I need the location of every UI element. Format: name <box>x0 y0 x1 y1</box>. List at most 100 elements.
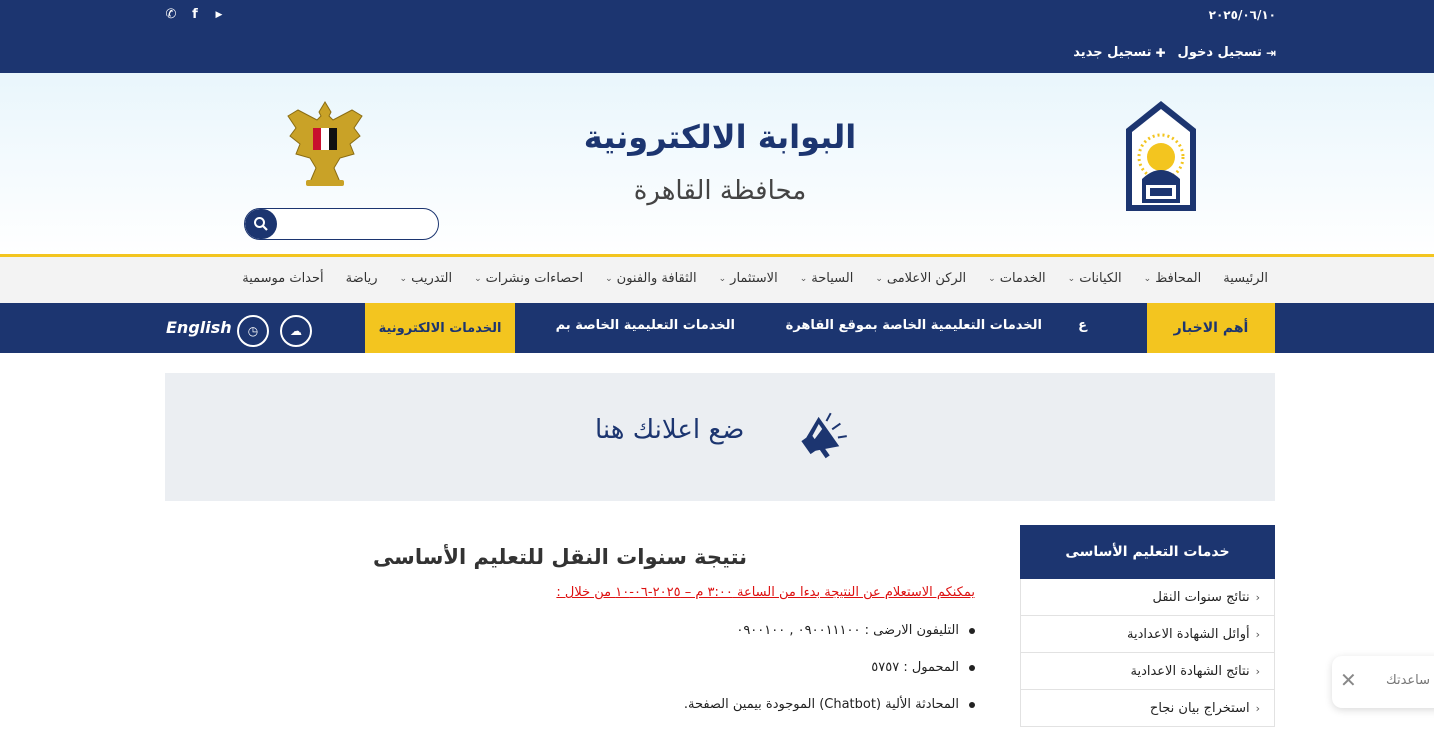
sidebar-title: خدمات التعليم الأساسى <box>1020 525 1275 579</box>
chevron-left-icon: ‹ <box>1255 701 1260 715</box>
sidebar-item[interactable]: ‹ استخراج بيان نجاح <box>1020 690 1275 727</box>
nav-item-label: رياضة <box>345 271 378 286</box>
sidebar-item[interactable]: ‹ نتائج سنوات النقل <box>1020 579 1275 616</box>
nav-item[interactable]: رياضة <box>346 271 378 286</box>
chevron-left-icon: ‹ <box>1255 664 1260 678</box>
ticker-item[interactable]: الخدمات التعليمية الخاصة بم <box>556 318 735 333</box>
weather-icon[interactable]: ☁ <box>280 315 312 347</box>
sidebar-list: ‹ نتائج سنوات النقل ‹ أوائل الشهادة الاعداد… <box>1020 579 1275 727</box>
chevron-down-icon: ⌄ <box>605 273 613 284</box>
sidebar-item-label: استخراج بيان نجاح <box>1149 700 1250 716</box>
clock-icon[interactable]: ◷ <box>237 315 269 347</box>
chatbot-prompt: ساعدتك <box>1386 673 1431 688</box>
current-date: ٢٠٢٥/٠٦/١٠ <box>1208 8 1276 22</box>
nav-item[interactable]: الخدمات ⌄ <box>988 271 1046 286</box>
list-item-text: التليفون الارضى : ٠٩٠٠١١١٠٠ , ٠٩٠٠١٠٠ <box>736 623 959 638</box>
search-icon <box>254 217 268 231</box>
result-notice[interactable]: يمكنكم الاستعلام عن النتيجة بدءا من السا… <box>556 585 975 600</box>
megaphone-icon <box>801 412 847 459</box>
page-title: نتيجة سنوات النقل للتعليم الأساسى <box>372 545 748 569</box>
nav-item-label: الخدمات <box>999 271 1046 286</box>
news-bar: أهم الاخبار الخدمات التعليمية الخاصة بمو… <box>0 303 1434 353</box>
sidebar-item-label: نتائج الشهادة الاعدادية <box>1130 663 1250 679</box>
nav-item[interactable]: احصاءات ونشرات ⌄ <box>474 271 583 286</box>
sidebar-item-label: أوائل الشهادة الاعدادية <box>1127 626 1250 642</box>
search-button[interactable] <box>245 209 277 239</box>
nav-item[interactable]: المحافظ ⌄ <box>1144 271 1202 286</box>
sidebar-item-label: نتائج سنوات النقل <box>1152 589 1250 605</box>
login-icon: ⇥ <box>1265 45 1276 60</box>
ticker-highlight-item[interactable]: الخدمات الالكترونية <box>365 303 515 353</box>
nav-item-label: الركن الاعلامى <box>886 271 967 286</box>
nav-item-label: الاستثمار <box>730 271 778 286</box>
auth-links: ⇥ تسجيل دخول ✚ تسجيل جديد <box>1073 45 1276 60</box>
bullet-icon <box>969 627 975 634</box>
chevron-down-icon: ⌄ <box>875 273 883 284</box>
chevron-down-icon: ⌄ <box>1143 273 1152 284</box>
search-box <box>244 208 439 240</box>
education-services-sidebar: خدمات التعليم الأساسى ‹ نتائج سنوات النقل… <box>1020 525 1275 727</box>
bullet-icon <box>969 664 975 671</box>
nav-item[interactable]: الركن الاعلامى ⌄ <box>875 271 966 286</box>
chevron-down-icon: ⌄ <box>474 273 482 284</box>
ad-text: ضع اعلانك هنا <box>595 415 745 445</box>
top-bar: ✆ f ▶ ٢٠٢٥/٠٦/١٠ ⇥ تسجيل دخول ✚ تسجيل جد… <box>0 0 1434 73</box>
user-plus-icon: ✚ <box>1155 45 1166 60</box>
facebook-icon[interactable]: f <box>187 7 203 23</box>
ticker-item[interactable]: الخدمات التعليمية الخاصة بموقع القاهرة <box>786 318 1042 333</box>
sidebar-item[interactable]: ‹ نتائج الشهادة الاعدادية <box>1020 653 1275 690</box>
register-label: تسجيل جديد <box>1073 45 1152 60</box>
top-news-label: أهم الاخبار <box>1147 303 1275 353</box>
main-nav: الرئيسية المحافظ ⌄ الكيانات ⌄ الخدمات ⌄ الركن ا… <box>0 257 1434 303</box>
chevron-left-icon: ‹ <box>1255 627 1260 641</box>
nav-item[interactable]: الثقافة والفنون ⌄ <box>605 271 697 286</box>
sidebar-item[interactable]: ‹ أوائل الشهادة الاعدادية <box>1020 616 1275 653</box>
nav-item-label: المحافظ <box>1155 271 1202 286</box>
bullet-icon <box>969 701 975 708</box>
chevron-down-icon: ⌄ <box>988 273 996 284</box>
login-label: تسجيل دخول <box>1177 45 1262 60</box>
site-subtitle: محافظة القاهرة <box>633 176 807 206</box>
whatsapp-icon[interactable]: ✆ <box>163 7 179 23</box>
chevron-down-icon: ⌄ <box>1067 273 1076 284</box>
nav-item-label: أحداث موسمية <box>242 271 324 286</box>
login-link[interactable]: ⇥ تسجيل دخول <box>1178 45 1276 60</box>
search-input[interactable] <box>279 211 434 237</box>
nav-item-label: التدريب <box>411 271 453 286</box>
site-title: البوابة الالكترونية <box>583 118 857 156</box>
nav-item-label: احصاءات ونشرات <box>485 271 584 286</box>
chevron-left-icon: ‹ <box>1255 590 1260 604</box>
list-item: التليفون الارضى : ٠٩٠٠١١١٠٠ , ٠٩٠٠١٠٠ <box>684 623 975 638</box>
nav-item[interactable]: الكيانات ⌄ <box>1068 271 1122 286</box>
main-content: نتيجة سنوات النقل للتعليم الأساسى يمكنكم… <box>373 545 980 712</box>
social-links: ✆ f ▶ <box>163 7 227 23</box>
ticker-item[interactable]: ع <box>1078 318 1087 333</box>
nav-item-label: السياحة <box>811 271 854 286</box>
list-item: المحمول : ٥٧٥٧ <box>684 660 975 675</box>
chevron-down-icon: ⌄ <box>399 273 408 284</box>
ad-banner[interactable]: ضع اعلانك هنا <box>165 373 1275 501</box>
youtube-icon[interactable]: ▶ <box>211 7 227 23</box>
english-link[interactable]: English <box>166 318 232 337</box>
list-item-text: المحمول : ٥٧٥٧ <box>871 660 959 675</box>
register-link[interactable]: ✚ تسجيل جديد <box>1073 45 1165 60</box>
nav-item-label: الثقافة والفنون <box>616 271 697 286</box>
nav-item-label: الرئيسية <box>1223 271 1268 286</box>
contact-list: التليفون الارضى : ٠٩٠٠١١١٠٠ , ٠٩٠٠١٠٠ الم… <box>684 623 975 734</box>
egypt-eagle-logo[interactable] <box>284 98 366 190</box>
site-header <box>0 73 1434 255</box>
nav-item-label: الكيانات <box>1079 271 1122 286</box>
nav-item[interactable]: التدريب ⌄ <box>400 271 453 286</box>
main-nav-list: الرئيسية المحافظ ⌄ الكيانات ⌄ الخدمات ⌄ الركن ا… <box>242 271 1268 286</box>
chatbot-widget[interactable]: ✕ ساعدتك <box>1332 656 1434 708</box>
nav-item[interactable]: السياحة ⌄ <box>800 271 854 286</box>
chevron-down-icon: ⌄ <box>799 273 808 284</box>
news-ticker: الخدمات التعليمية الخاصة بموقع القاهرة ا… <box>365 303 1147 353</box>
cairo-governorate-logo[interactable] <box>1122 99 1200 214</box>
list-item: المحادثة الألية (Chatbot) الموجودة بيمين… <box>684 697 975 712</box>
nav-item[interactable]: الرئيسية <box>1223 271 1268 286</box>
list-item-text: المحادثة الألية (Chatbot) الموجودة بيمين… <box>683 697 959 712</box>
close-icon[interactable]: ✕ <box>1340 668 1357 692</box>
nav-item[interactable]: أحداث موسمية <box>242 271 323 286</box>
nav-item[interactable]: الاستثمار ⌄ <box>719 271 778 286</box>
